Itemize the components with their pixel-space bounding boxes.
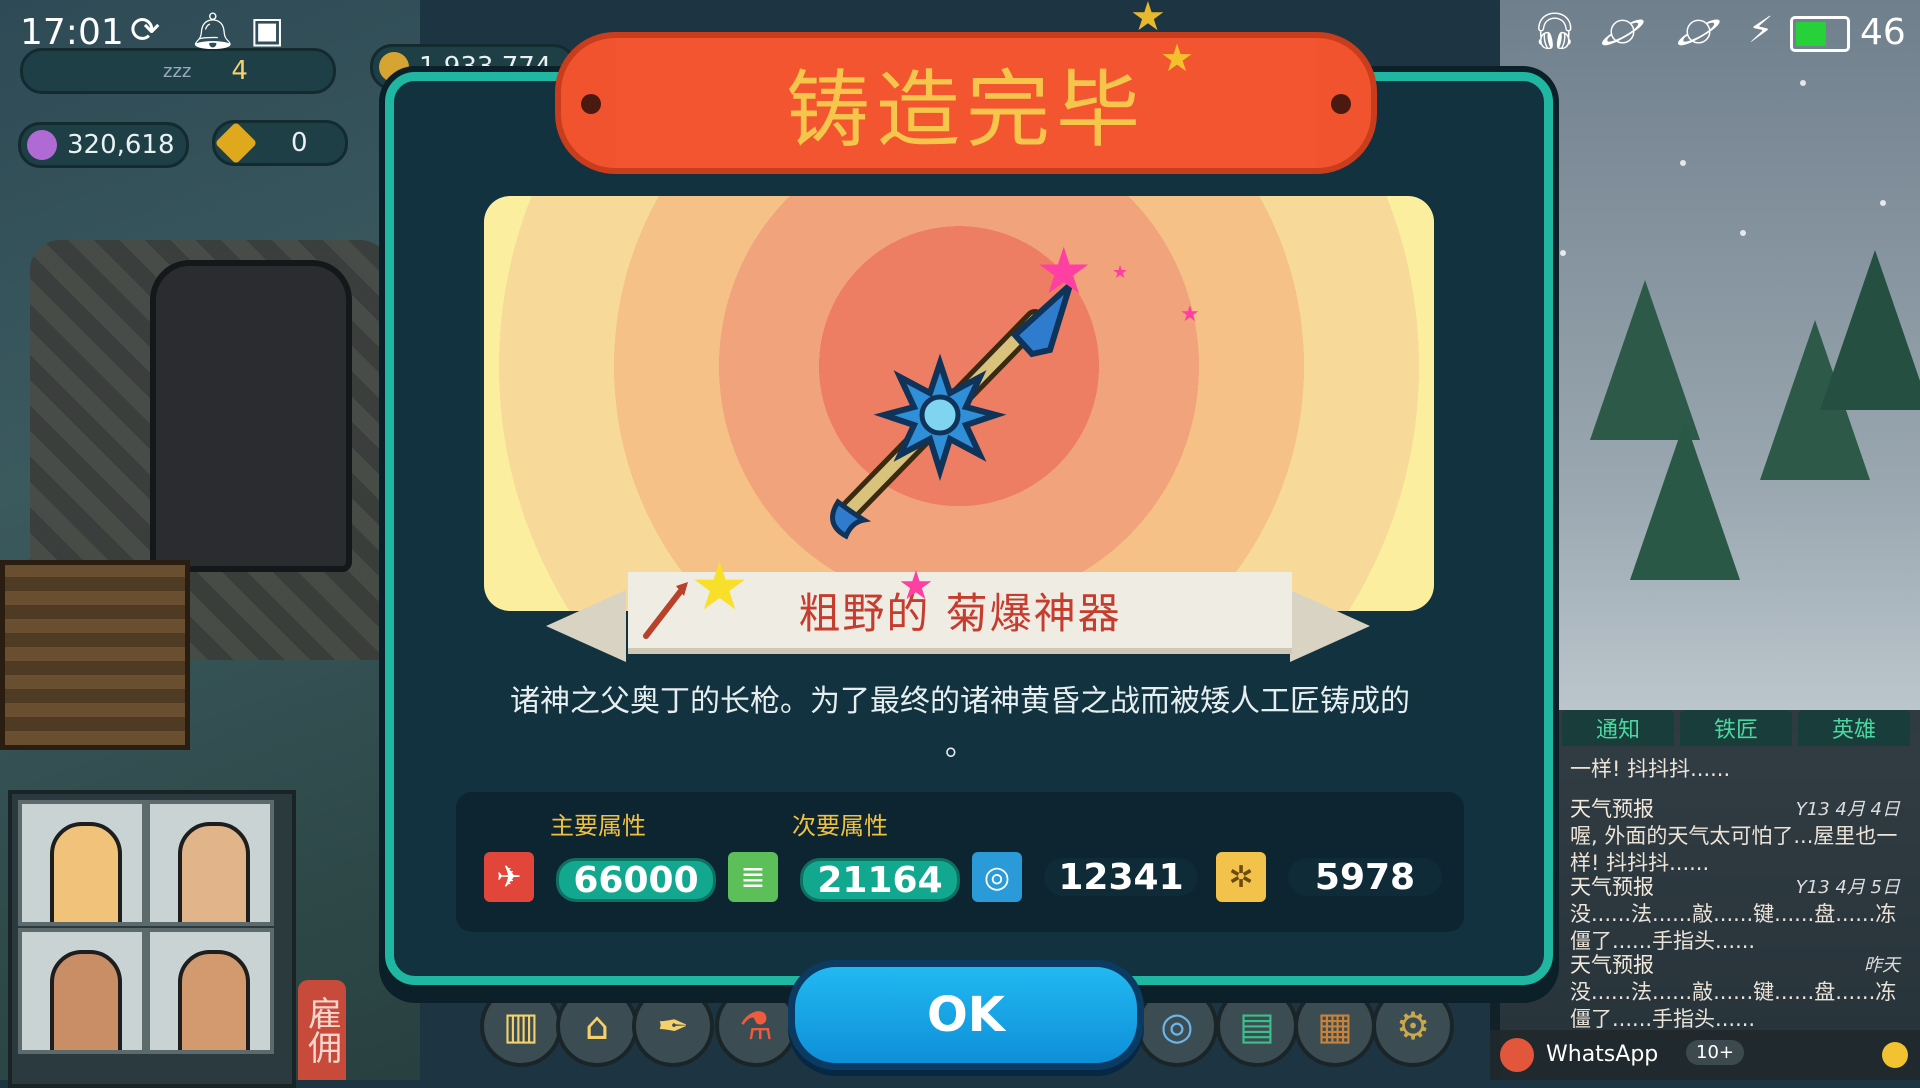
pine-tree [1590,280,1700,440]
hire-tab[interactable]: 雇佣 [298,980,346,1080]
chat-text: 没......法......敲......键......盘......冻僵了..… [1570,980,1897,1031]
description-line: 。 [945,728,975,763]
notification-bell-icon: 🔔︎ [190,11,236,52]
sparkle-star-icon: ★ [1112,262,1129,283]
crate-icon[interactable]: ▦ [1294,985,1376,1067]
chat-panel: 部 通知 铁匠 英雄 一样! 抖抖抖...... 天气预报 Y13 4月 4日 … [1490,710,1920,1080]
battery-percent: 46 [1860,12,1906,53]
token-amount: 0 [291,128,308,158]
stats-chart-icon[interactable]: ▥ [480,985,562,1067]
banner-rivet [581,94,601,114]
pine-tree [1630,420,1740,580]
ribbon-tail [1290,590,1370,662]
portal-icon[interactable]: ◎ [1136,985,1218,1067]
target-icon: ◎ [972,852,1022,902]
book-icon[interactable]: ▤ [1216,985,1298,1067]
whatsapp-icon [1500,1038,1534,1072]
chat-tab-notice[interactable]: 通知 [1562,710,1674,746]
chat-text: 喔, 外面的天气太可怕了...屋里也一样! 抖抖抖...... [1570,824,1898,875]
stat-value-main: 66000 [556,858,716,902]
wooden-shed [0,560,190,750]
scroll-icon: ≣ [728,852,778,902]
planet-icon: 🪐︎ [1676,11,1722,52]
chat-partial: 一样! 抖抖抖...... [1570,757,1731,781]
stat-value: 5978 [1288,857,1442,898]
planet-icon: 🪐︎ [1600,11,1646,52]
hire-panel [8,790,296,1088]
sparkle-star-icon: ★ [690,548,750,625]
star-icon: ✲ [1216,852,1266,902]
gem-amount: 320,618 [67,130,175,160]
item-description: 诸神之父奥丁的长枪。为了最终的诸神黄昏之战而被矮人工匠铸成的 。 [440,680,1480,768]
gem-icon [27,130,57,160]
description-line: 诸神之父奥丁的长枪。为了最终的诸神黄昏之战而被矮人工匠铸成的 [510,684,1410,719]
status-bar: 17:01 ⟳ 🔔︎ ▣ 🎧︎ 🪐︎ 🪐︎ ⚡ 46 [0,0,1920,66]
gem-counter[interactable]: 320,618 [18,122,189,168]
banner-rivet [1331,94,1351,114]
sparkle-star-icon: ★ [1035,235,1093,309]
chat-message[interactable]: 天气预报 昨天 没......法......敲......键......盘...… [1570,952,1900,1033]
hero-portrait[interactable] [18,928,146,1054]
chat-date: Y13 4月 4日 [1795,799,1900,820]
unread-badge: 10+ [1686,1040,1744,1065]
sync-icon: ⟳ [130,10,161,51]
pine-tree [1820,250,1920,410]
sparkle-star-icon: ★ [1180,302,1200,327]
chat-date: 昨天 [1864,955,1900,976]
image-icon: ▣ [250,10,285,51]
item-name: 粗野的 菊爆神器 [798,588,1122,638]
whatsapp-label: WhatsApp [1546,1042,1659,1067]
attributes-panel: 主要属性 次要属性 ✈ 66000 ≣ 21164 ◎ 12341 ✲ 5978 [456,792,1464,932]
ok-button[interactable]: OK [788,960,1144,1070]
token-counter[interactable]: 0 [212,120,348,166]
chat-text: 没......法......敲......键......盘......冻僵了..… [1570,902,1897,953]
chat-message[interactable]: 天气预报 Y13 4月 5日 没......法......敲......键...… [1570,874,1900,955]
main-attr-label: 主要属性 [550,812,646,840]
minimize-icon[interactable] [1882,1042,1908,1068]
hero-portrait[interactable] [18,800,146,926]
shop-icon[interactable]: ⌂ [556,985,638,1067]
chat-tab-blacksmith[interactable]: 铁匠 [1680,710,1792,746]
stat-value: 21164 [800,858,960,902]
whatsapp-bar[interactable]: WhatsApp 10+ [1490,1030,1920,1080]
spear-weapon-icon [830,280,1075,540]
hero-portrait[interactable] [146,800,274,926]
stat-value: 12341 [1044,857,1198,898]
furnace-machine [150,260,352,572]
chat-date: Y13 4月 5日 [1795,877,1900,898]
battery-icon [1790,16,1850,52]
chat-message[interactable]: 天气预报 Y13 4月 4日 喔, 外面的天气太可怕了...屋里也一样! 抖抖抖… [1570,796,1900,877]
sparkle-star-icon: ★ [898,563,934,609]
chat-tab-hero[interactable]: 英雄 [1798,710,1910,746]
potion-icon[interactable]: ⚗ [715,985,797,1067]
sword-icon: ✈ [484,852,534,902]
ribbon-tail [546,590,626,662]
charging-icon: ⚡ [1748,10,1774,51]
settings-gear-icon[interactable]: ⚙ [1372,985,1454,1067]
headphones-icon: 🎧︎ [1532,11,1578,52]
quill-icon[interactable]: ✒ [632,985,714,1067]
hero-portrait[interactable] [146,928,274,1054]
status-time: 17:01 [20,12,124,53]
chat-sender: 天气预报 [1570,953,1654,977]
sub-attr-label: 次要属性 [792,812,888,840]
spear-small-icon [643,582,688,639]
tag-icon [214,121,258,165]
